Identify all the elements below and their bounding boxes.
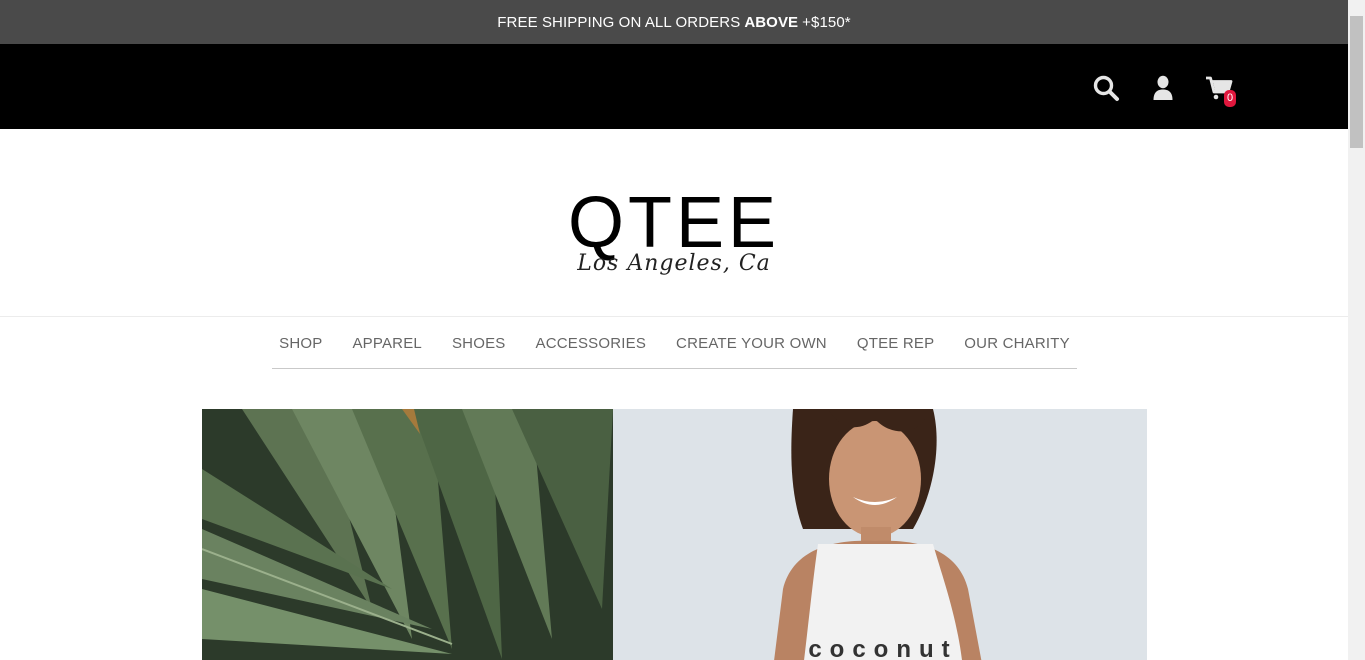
- nav-item-shop[interactable]: SHOP: [279, 335, 322, 352]
- logo-wordmark[interactable]: QTEE: [0, 187, 1348, 259]
- nav-item-accessories[interactable]: ACCESSORIES: [535, 335, 646, 352]
- announcement-suffix: +$150*: [802, 13, 851, 31]
- page: FREE SHIPPING ON ALL ORDERS ABOVE +$150*: [0, 0, 1348, 660]
- nav-item-create-your-own[interactable]: CREATE YOUR OWN: [676, 335, 827, 352]
- palm-leaf-illustration: [202, 409, 613, 660]
- vertical-scrollbar[interactable]: [1348, 0, 1365, 660]
- user-icon: [1153, 75, 1173, 100]
- cart-button[interactable]: 0: [1203, 72, 1236, 107]
- logo-area: QTEE Los Angeles, Ca: [0, 129, 1348, 317]
- nav-item-apparel[interactable]: APPAREL: [352, 335, 422, 352]
- hero-image-model[interactable]: coconut: [613, 409, 1147, 660]
- nav-item-shoes[interactable]: SHOES: [452, 335, 506, 352]
- nav-item-qtee-rep[interactable]: QTEE REP: [857, 335, 934, 352]
- nav-item-our-charity[interactable]: OUR CHARITY: [964, 335, 1070, 352]
- top-header-bar: 0: [0, 44, 1348, 129]
- account-button[interactable]: [1147, 72, 1179, 104]
- cart-count-badge: 0: [1224, 90, 1236, 107]
- logo-tagline: Los Angeles, Ca: [577, 251, 771, 276]
- announcement-prefix: FREE SHIPPING ON ALL ORDERS: [497, 13, 741, 31]
- hero-image-palm-leaves[interactable]: [202, 409, 613, 660]
- search-button[interactable]: [1090, 72, 1122, 104]
- announcement-bar: FREE SHIPPING ON ALL ORDERS ABOVE +$150*: [0, 0, 1348, 44]
- scrollbar-thumb[interactable]: [1350, 16, 1363, 148]
- shirt-print-text: coconut: [808, 636, 957, 660]
- search-icon: [1093, 75, 1119, 101]
- announcement-emphasis: ABOVE: [744, 13, 799, 31]
- main-navigation: SHOP APPAREL SHOES ACCESSORIES CREATE YO…: [272, 318, 1077, 369]
- model-illustration: coconut: [613, 409, 1147, 660]
